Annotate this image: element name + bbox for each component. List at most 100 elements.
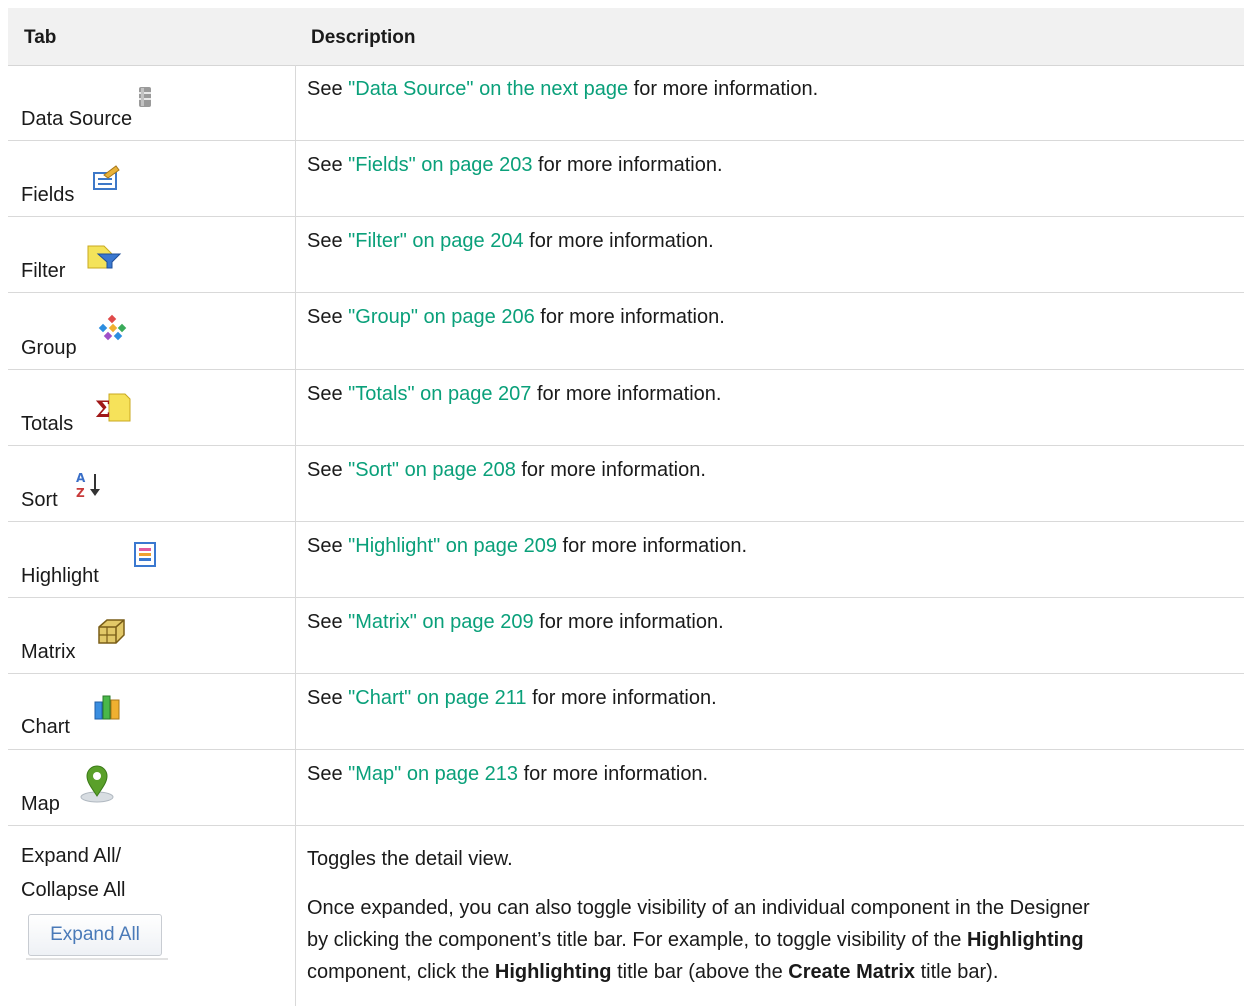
row-description: See "Totals" on page 207 for more inform…: [307, 383, 721, 406]
button-underline: [26, 958, 168, 960]
highlight-link[interactable]: "Highlight" on page 209: [348, 535, 557, 557]
desc-suffix: for more information.: [526, 687, 717, 709]
desc-prefix: See: [307, 78, 349, 100]
desc-suffix: for more information.: [534, 306, 725, 328]
toggle-description: Toggles the detail view.: [307, 848, 513, 870]
fields-link[interactable]: "Fields" on page 203: [348, 154, 532, 176]
matrix-link[interactable]: "Matrix" on page 209: [348, 611, 533, 633]
matrix-icon: [98, 619, 125, 644]
group-link[interactable]: "Group" on page 206: [348, 306, 535, 328]
svg-text:A: A: [76, 471, 86, 485]
desc-prefix: See: [307, 763, 349, 785]
tab-cell: Map: [8, 750, 296, 825]
row-description: See "Group" on page 206 for more informa…: [307, 306, 725, 329]
desc-suffix: for more information.: [515, 459, 706, 481]
expand-paragraph-line1: Once expanded, you can also toggle visib…: [307, 894, 1090, 922]
table-row: Chart See "Chart" on page 211 for more i…: [8, 674, 1244, 750]
map-link[interactable]: "Map" on page 213: [348, 763, 518, 785]
desc-prefix: See: [307, 687, 349, 709]
table-row: Data Source See "Data Source" on the nex…: [8, 65, 1244, 141]
desc-suffix: for more information.: [533, 611, 724, 633]
table-row: Expand All/ Collapse All Expand All Togg…: [8, 826, 1244, 1006]
chart-icon: [94, 695, 120, 720]
tab-label: Fields: [21, 184, 75, 206]
para-text: title bar).: [915, 961, 999, 983]
expand-paragraph-line2: by clicking the component’s title bar. F…: [307, 926, 1084, 954]
desc-suffix: for more information.: [518, 763, 709, 785]
desc-suffix: for more information.: [531, 383, 722, 405]
header-tab: Tab: [24, 27, 57, 48]
para-text: Once expanded, you can also toggle visib…: [307, 897, 1090, 919]
tab-cell: Matrix: [8, 598, 296, 673]
tab-label: Filter: [21, 260, 66, 282]
create-matrix-term: Create Matrix: [788, 961, 916, 983]
tab-cell: Highlight: [8, 522, 296, 597]
tab-cell: Totals Σ: [8, 370, 296, 445]
tab-cell: Data Source: [8, 65, 296, 140]
tab-cell: Group: [8, 293, 296, 369]
data-source-link[interactable]: "Data Source" on the next page: [348, 78, 628, 100]
database-icon: [139, 87, 151, 107]
table-row: Sort A Z See "Sort" on page 208 for more…: [8, 446, 1244, 522]
tab-cell: Chart: [8, 674, 296, 749]
header-description: Description: [311, 27, 416, 48]
table-header: Tab Description: [8, 8, 1244, 66]
row-description: See "Fields" on page 203 for more inform…: [307, 154, 723, 177]
para-text: title bar (above the: [611, 961, 789, 983]
table-row: Filter See "Filter" on page 204 for more…: [8, 217, 1244, 293]
desc-suffix: for more information.: [628, 78, 819, 100]
tab-label: Group: [21, 337, 77, 359]
tab-label: Data Source: [21, 108, 133, 130]
desc-suffix: for more information.: [556, 535, 748, 557]
para-text: by clicking the component’s title bar. F…: [307, 929, 967, 951]
table-row: Map See "Map" on page 213 for more infor…: [8, 750, 1244, 826]
highlighting-term: Highlighting: [494, 961, 612, 983]
desc-suffix: for more information.: [532, 154, 723, 176]
expand-all-button[interactable]: Expand All: [28, 914, 162, 956]
sort-az-icon: A Z: [76, 471, 100, 500]
para-text: component, click the: [307, 961, 495, 983]
desc-prefix: See: [307, 154, 349, 176]
desc-prefix: See: [307, 383, 349, 405]
desc-prefix: See: [307, 611, 349, 633]
map-pin-icon: [80, 765, 114, 803]
table-row: Totals Σ See "Totals" on page 207 for mo…: [8, 370, 1244, 446]
desc-prefix: See: [307, 230, 349, 252]
fields-icon: [93, 165, 120, 190]
tab-label: Highlight: [21, 565, 99, 587]
tab-label: Totals: [21, 413, 74, 435]
highlighting-term: Highlighting: [966, 929, 1084, 951]
tab-cell: Expand All/ Collapse All Expand All: [8, 826, 296, 1006]
tab-label: Sort: [21, 489, 58, 511]
desc-prefix: See: [307, 535, 349, 557]
table-row: Highlight See "Highlight" on page 209 fo…: [8, 522, 1244, 598]
totals-link[interactable]: "Totals" on page 207: [348, 383, 531, 405]
tab-label: Matrix: [21, 641, 76, 663]
tab-label-line1: Expand All/: [21, 845, 122, 867]
row-description: See "Data Source" on the next page for m…: [307, 78, 818, 101]
tab-cell: Sort A Z: [8, 446, 296, 521]
desc-prefix: See: [307, 306, 349, 328]
table-row: Matrix See "Matrix" on page 209 for more…: [8, 598, 1244, 674]
highlight-icon: [134, 542, 156, 567]
group-icon: [98, 314, 127, 341]
svg-text:Σ: Σ: [95, 397, 111, 423]
chart-link[interactable]: "Chart" on page 211: [348, 687, 526, 709]
tab-label: Map: [21, 793, 60, 815]
row-description: See "Matrix" on page 209 for more inform…: [307, 611, 724, 634]
row-description: See "Chart" on page 211 for more informa…: [307, 687, 717, 710]
desc-suffix: for more information.: [523, 230, 714, 252]
row-description: See "Map" on page 213 for more informati…: [307, 763, 708, 786]
sort-link[interactable]: "Sort" on page 208: [348, 459, 516, 481]
table-row: Group See "Group" on page 206 for more i…: [8, 293, 1244, 370]
sigma-icon: Σ: [95, 393, 131, 423]
desc-prefix: See: [307, 459, 349, 481]
tab-label-line2: Collapse All: [21, 879, 126, 901]
filter-link[interactable]: "Filter" on page 204: [348, 230, 523, 252]
svg-text:Z: Z: [76, 486, 85, 500]
tab-label: Chart: [21, 716, 70, 738]
tab-cell: Fields: [8, 141, 296, 216]
tab-cell: Filter: [8, 217, 296, 292]
filter-icon: [87, 245, 122, 269]
row-description: See "Filter" on page 204 for more inform…: [307, 230, 714, 253]
